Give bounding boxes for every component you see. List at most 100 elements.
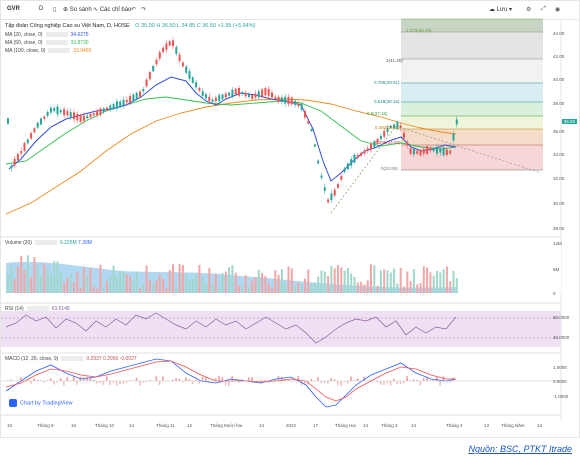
volume-bar <box>102 286 105 293</box>
macd-histogram-bar <box>122 381 125 385</box>
volume-bar <box>327 275 330 293</box>
candle-body <box>168 41 171 46</box>
macd-histogram-bar <box>393 378 395 381</box>
candle-body <box>40 118 42 125</box>
rsi-legend[interactable]: RSI (14) 63.5148 <box>5 306 70 312</box>
macd-histogram-bar <box>333 379 336 381</box>
price-tick: 42.00 <box>553 54 565 59</box>
candle-body <box>274 96 277 99</box>
volume-bar <box>82 267 85 293</box>
volume-bar <box>148 280 151 293</box>
volume-bar <box>132 279 135 293</box>
candle-body <box>135 92 138 99</box>
time-tick: 16 <box>71 423 77 428</box>
volume-bar <box>99 264 102 293</box>
tradingview-branding[interactable]: Chart by TradingView <box>9 399 72 407</box>
macd-histogram-bar <box>403 381 405 384</box>
fib-zone-382 <box>401 116 543 129</box>
chart-canvas[interactable] <box>1 1 579 437</box>
candle-body <box>307 120 310 124</box>
volume-bar <box>145 265 148 293</box>
candle-body <box>139 91 141 97</box>
candle-body <box>208 96 211 101</box>
macd-legend[interactable]: MACD (12, 26, close, 9) 0.2937 0.2950 -0.… <box>5 356 137 362</box>
volume-bar <box>280 269 283 293</box>
macd-histogram-bar <box>323 381 326 384</box>
volume-bar <box>69 273 72 293</box>
candle-body <box>383 130 386 137</box>
volume-bar <box>224 271 227 293</box>
candle-body <box>287 96 290 105</box>
macd-histogram-bar <box>86 376 88 381</box>
volume-legend[interactable]: Volume (20) 6.226M 7.30M <box>5 240 92 246</box>
candle-body <box>23 142 26 151</box>
volume-bar <box>452 271 455 293</box>
ma-100-swatch <box>48 48 71 54</box>
volume-bar <box>109 274 112 293</box>
volume-bar <box>20 255 23 293</box>
price-tick: 38.00 <box>553 101 565 106</box>
volume-bar <box>181 265 184 293</box>
macd-histogram-bar <box>188 379 191 381</box>
volume-bar <box>86 276 89 293</box>
volume-value: 6.226M <box>59 240 77 246</box>
macd-histogram-bar <box>49 378 52 381</box>
volume-bar <box>261 273 264 293</box>
macd-swatch <box>61 356 84 362</box>
macd-histogram-bar <box>436 376 438 381</box>
volume-bar <box>46 268 49 293</box>
volume-bar <box>337 265 339 293</box>
macd-histogram-bar <box>162 376 164 381</box>
volume-bar <box>429 272 432 293</box>
candle-body <box>125 99 128 103</box>
volume-bar <box>370 264 372 293</box>
time-tick: Tháng 3 <box>381 423 398 428</box>
candle-body <box>56 106 59 115</box>
volume-bar <box>317 276 320 293</box>
ma-100-legend[interactable]: MA (100, close, 0) 33.9465 <box>5 48 91 54</box>
candle-body <box>59 110 62 113</box>
candle-body <box>26 139 29 144</box>
volume-bar <box>376 285 379 293</box>
candle-body <box>89 113 92 118</box>
macd-histogram-bar <box>412 379 415 381</box>
macd-histogram-bar <box>201 376 204 381</box>
candle-body <box>353 154 356 163</box>
time-tick: 2022 <box>286 423 297 428</box>
candle-body <box>211 99 214 102</box>
time-tick: Tháng 10 <box>95 423 115 428</box>
candle-body <box>409 148 412 154</box>
volume-bar <box>53 261 56 293</box>
candle-body <box>165 43 168 50</box>
macd-histogram-bar <box>383 381 385 386</box>
candle-body <box>257 91 260 98</box>
time-tick: 13 <box>537 423 543 428</box>
rsi-tick: 60.0000 <box>553 315 570 320</box>
volume-bar <box>66 277 69 293</box>
candle-body <box>224 93 227 98</box>
ma-20-legend[interactable]: MA (20, close, 0) 34.6275 <box>5 32 89 38</box>
volume-bar <box>59 271 62 293</box>
candle-body <box>284 96 287 104</box>
volume-bar <box>287 266 290 293</box>
candle-body <box>115 101 118 109</box>
volume-bar <box>63 282 66 293</box>
candle-body <box>49 107 52 113</box>
fib-label: 0.382(36.14) <box>375 125 401 130</box>
volume-bar <box>152 284 155 293</box>
macd-histogram-bar <box>185 377 187 381</box>
fib-zone-5 <box>401 102 543 116</box>
macd-histogram-bar <box>247 377 250 381</box>
candle-body <box>327 199 330 203</box>
volume-bar <box>412 269 415 293</box>
volume-bar <box>165 288 168 293</box>
time-tick: 14 <box>363 423 369 428</box>
candle-body <box>238 87 240 96</box>
ma-50-legend[interactable]: MA (50, close, 0) 33.8730 <box>5 40 89 46</box>
candle-body <box>422 149 425 154</box>
volume-bar <box>290 268 293 293</box>
fib-label: 0.786(39.61) <box>374 80 400 85</box>
source-link[interactable]: Nguồn: BSC, PTKT Itrade <box>468 444 572 454</box>
volume-bar <box>234 272 237 293</box>
candle-body <box>350 159 353 166</box>
